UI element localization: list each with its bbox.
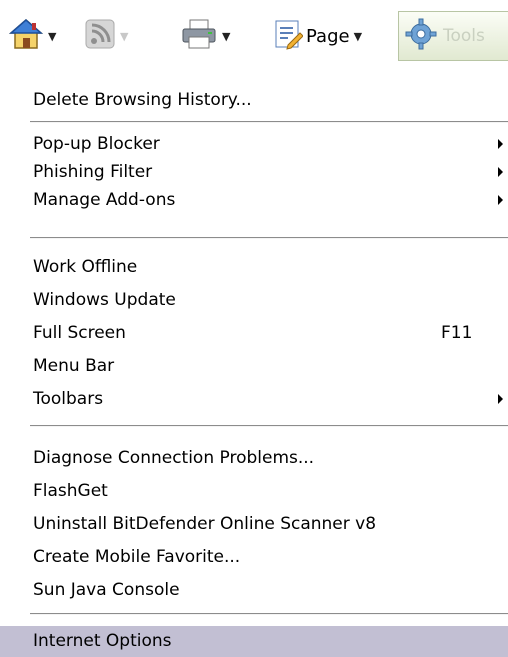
menu-item-label: Sun Java Console (33, 580, 180, 600)
menu-item-label: Uninstall BitDefender Online Scanner v8 (33, 514, 377, 534)
menu-separator (30, 237, 508, 239)
menu-item-label: Internet Options (33, 631, 172, 651)
home-button[interactable]: ▼ (8, 14, 56, 58)
menu-item-flashget[interactable]: FlashGet (0, 477, 508, 505)
menu-item-label: Full Screen (33, 323, 126, 343)
tools-menu: Delete Browsing History... Pop-up Blocke… (0, 76, 508, 657)
menu-separator (30, 121, 508, 123)
menu-separator (30, 425, 508, 427)
feeds-button[interactable]: ▼ (84, 14, 128, 58)
feeds-dropdown-arrow[interactable]: ▼ (120, 30, 128, 43)
menu-item-label: Create Mobile Favorite... (33, 547, 241, 567)
menu-item-label: Phishing Filter (33, 162, 153, 182)
menu-item-internet-options[interactable]: Internet Options (0, 626, 508, 657)
menu-item-diagnose-connection-problems[interactable]: Diagnose Connection Problems... (0, 444, 508, 472)
print-icon (180, 18, 218, 54)
menu-item-work-offline[interactable]: Work Offline (0, 253, 508, 281)
menu-item-label: Toolbars (33, 389, 104, 409)
submenu-arrow-icon (498, 139, 503, 149)
command-bar: ▼ ▼ ▼ Page ▼ Tools (0, 0, 508, 76)
submenu-arrow-icon (498, 394, 503, 404)
print-button[interactable]: ▼ (180, 14, 230, 58)
menu-item-delete-browsing-history[interactable]: Delete Browsing History... (0, 86, 508, 114)
menu-item-sun-java-console[interactable]: Sun Java Console (0, 576, 508, 604)
menu-item-label: Delete Browsing History... (33, 90, 252, 110)
submenu-arrow-icon (498, 167, 503, 177)
menu-separator (30, 613, 508, 615)
menu-item-shortcut: F11 (441, 323, 473, 343)
menu-item-label: Diagnose Connection Problems... (33, 448, 315, 468)
menu-item-manage-addons[interactable]: Manage Add-ons (0, 186, 508, 214)
page-button[interactable]: Page ▼ (273, 14, 362, 58)
menu-item-phishing-filter[interactable]: Phishing Filter (0, 158, 508, 186)
home-dropdown-arrow[interactable]: ▼ (48, 30, 56, 43)
menu-item-label: Pop-up Blocker (33, 134, 160, 154)
menu-item-label: Windows Update (33, 290, 176, 310)
menu-item-toolbars[interactable]: Toolbars (0, 385, 508, 413)
menu-item-label: Menu Bar (33, 356, 115, 376)
menu-item-popup-blocker[interactable]: Pop-up Blocker (0, 130, 508, 158)
page-icon (273, 18, 304, 54)
menu-item-menu-bar[interactable]: Menu Bar (0, 352, 508, 380)
page-label: Page (306, 25, 350, 47)
menu-item-uninstall-bitdefender[interactable]: Uninstall BitDefender Online Scanner v8 (0, 510, 508, 538)
tools-button[interactable]: Tools (398, 11, 508, 61)
submenu-arrow-icon (498, 195, 503, 205)
print-dropdown-arrow[interactable]: ▼ (222, 30, 230, 43)
menu-item-label: Manage Add-ons (33, 190, 176, 210)
feeds-icon (84, 18, 116, 54)
menu-item-create-mobile-favorite[interactable]: Create Mobile Favorite... (0, 543, 508, 571)
home-icon (8, 17, 44, 55)
menu-item-label: Work Offline (33, 257, 138, 277)
menu-item-windows-update[interactable]: Windows Update (0, 286, 508, 314)
tools-label: Tools (443, 26, 485, 46)
gear-icon (405, 18, 437, 54)
menu-item-full-screen[interactable]: Full Screen F11 (0, 319, 508, 347)
menu-item-label: FlashGet (33, 481, 108, 501)
page-dropdown-arrow[interactable]: ▼ (354, 30, 362, 43)
